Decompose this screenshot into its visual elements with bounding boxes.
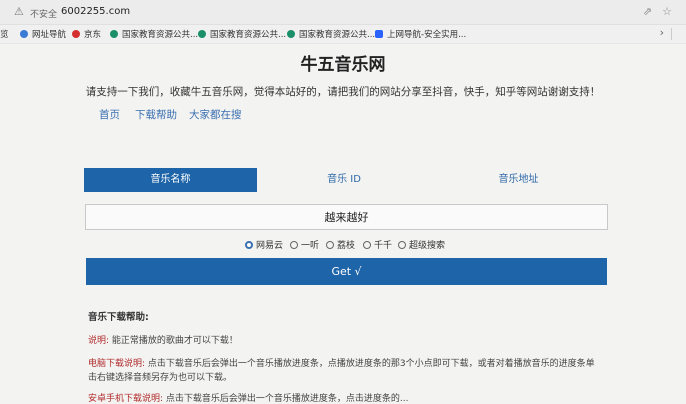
help-line: 电脑下载说明: 点击下载音乐后会弹出一个音乐播放进度条，点播放进度条的那3个小点… xyxy=(88,359,595,369)
help-title: 音乐下载帮助: xyxy=(88,312,149,323)
edu-icon xyxy=(198,30,206,38)
radio-icon xyxy=(326,241,334,249)
page-title: 牛五音乐网 xyxy=(300,55,386,75)
nav-home[interactable]: 首页 xyxy=(99,107,120,122)
radio-yiting[interactable]: 一听 xyxy=(290,238,319,251)
jd-icon xyxy=(72,30,80,38)
k-shield-icon xyxy=(375,30,383,38)
divider xyxy=(671,28,672,40)
edu-icon xyxy=(110,30,118,38)
tab-music-name[interactable]: 音乐名称 xyxy=(84,168,257,192)
radio-super-search[interactable]: 超级搜索 xyxy=(398,238,445,251)
bookmark-cut-label[interactable]: 览 xyxy=(0,28,9,40)
bookmark-item[interactable]: 京东 xyxy=(72,28,101,40)
help-line: 安卓手机下载说明: 点击下载音乐后会弹出一个音乐播放进度条，点击进度条的... xyxy=(88,394,409,404)
nav-popular-searches[interactable]: 大家都在搜 xyxy=(189,107,242,122)
radio-icon xyxy=(290,241,298,249)
help-line: 击右键选择音频另存为也可以下载。 xyxy=(88,373,233,383)
bookmark-star-icon[interactable]: ☆ xyxy=(662,5,672,18)
page-subtitle: 请支持一下我们，收藏牛五音乐网，觉得本站好的，请把我们的网站分享至抖音，快手，知… xyxy=(85,86,601,98)
help-line: 说明: 能正常播放的歌曲才可以下载！ xyxy=(88,336,238,346)
tab-music-url[interactable]: 音乐地址 xyxy=(431,168,606,192)
get-button[interactable]: Get √ xyxy=(86,258,607,285)
share-icon[interactable]: ⇗ xyxy=(643,5,652,18)
bookmark-item[interactable]: 国家教育资源公共... xyxy=(198,28,286,40)
search-input[interactable] xyxy=(85,204,608,230)
chevron-right-icon[interactable]: › xyxy=(660,26,664,39)
tab-music-id[interactable]: 音乐 ID xyxy=(257,168,431,192)
radio-netease[interactable]: 网易云 xyxy=(245,238,283,251)
radio-icon xyxy=(398,241,406,249)
radio-checked-icon xyxy=(245,241,253,249)
nav-download-help[interactable]: 下载帮助 xyxy=(135,107,177,122)
security-label[interactable]: 不安全 xyxy=(30,7,57,20)
bookmark-item[interactable]: 国家教育资源公共... xyxy=(110,28,198,40)
bookmark-item[interactable]: 国家教育资源公共... xyxy=(287,28,375,40)
radio-icon xyxy=(363,241,371,249)
address-bar[interactable]: ⚠ 不安全 6002255.com ⇗ ☆ xyxy=(0,0,686,25)
search-type-tabs: 音乐名称 音乐 ID 音乐地址 xyxy=(84,168,606,194)
bookmark-item[interactable]: 上网导航-安全实用... xyxy=(375,28,466,40)
url-text[interactable]: 6002255.com xyxy=(61,6,130,17)
warning-icon[interactable]: ⚠ xyxy=(14,5,24,18)
globe-icon xyxy=(20,30,28,38)
radio-qianqian[interactable]: 千千 xyxy=(363,238,392,251)
bookmark-item[interactable]: 网址导航 xyxy=(20,28,66,40)
bookmarks-bar: 览 网址导航 京东 国家教育资源公共... 国家教育资源公共... 国家教育资源… xyxy=(0,25,686,44)
edu-icon xyxy=(287,30,295,38)
radio-lizhi[interactable]: 荔枝 xyxy=(326,238,355,251)
